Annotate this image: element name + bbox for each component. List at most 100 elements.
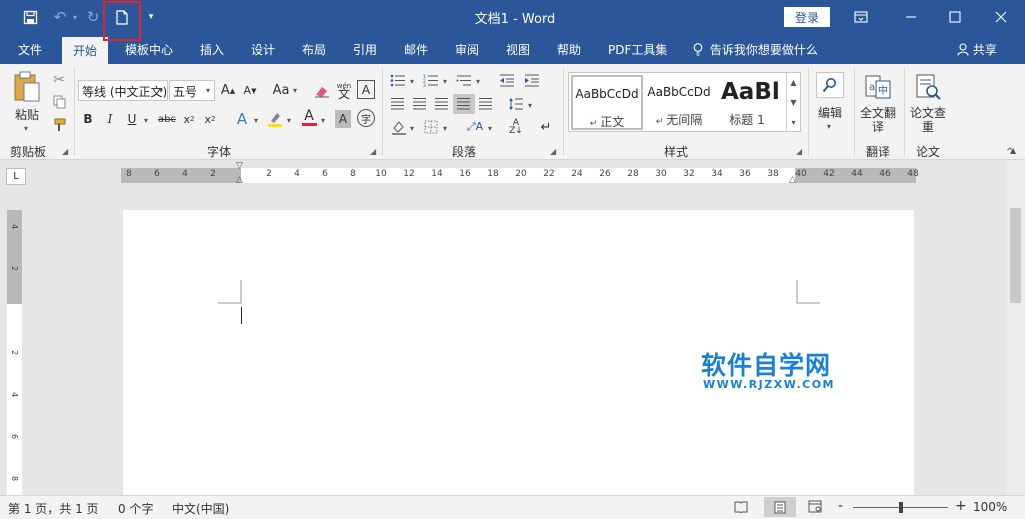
zoom-in-button[interactable]: +: [955, 498, 967, 514]
login-button[interactable]: 登录: [784, 7, 830, 27]
shading-dropdown-icon[interactable]: ▾: [410, 124, 414, 133]
character-shading-icon[interactable]: A: [335, 110, 351, 128]
styles-more-icon[interactable]: ▾: [786, 113, 800, 132]
paper-check-icon[interactable]: [912, 72, 944, 102]
font-size-dropdown-icon[interactable]: ▾: [206, 86, 210, 95]
highlight-color-icon[interactable]: [265, 110, 285, 128]
font-color-icon[interactable]: A: [299, 108, 319, 128]
align-left-icon[interactable]: [391, 98, 404, 110]
superscript-icon[interactable]: x2: [201, 110, 219, 128]
character-border-icon[interactable]: A: [357, 80, 375, 99]
web-layout-icon[interactable]: [808, 500, 822, 516]
clipboard-launcher-icon[interactable]: ◢: [62, 147, 68, 156]
justify-button[interactable]: [453, 94, 475, 114]
document-page[interactable]: 软件自学网 WWW.RJZXW.COM: [123, 210, 914, 496]
undo-dropdown-icon[interactable]: ▾: [70, 6, 80, 28]
full-translate-button[interactable]: 全文翻译: [860, 104, 896, 136]
change-case-icon[interactable]: Aa: [270, 80, 292, 101]
tab-insert[interactable]: 插入: [200, 41, 224, 58]
styles-launcher-icon[interactable]: ◢: [796, 147, 802, 156]
tell-me-search[interactable]: 告诉我你想要做什么: [693, 41, 818, 58]
word-count[interactable]: 0 个字: [118, 500, 153, 517]
tab-layout[interactable]: 布局: [302, 41, 326, 58]
tab-view[interactable]: 视图: [506, 41, 530, 58]
translate-icon[interactable]: a中: [862, 72, 894, 102]
editing-dropdown-icon[interactable]: ▾: [827, 122, 831, 131]
redo-icon[interactable]: ↻: [84, 6, 102, 28]
tab-help[interactable]: 帮助: [557, 41, 581, 58]
paragraph-launcher-icon[interactable]: ◢: [550, 147, 556, 156]
bullets-dropdown-icon[interactable]: ▾: [410, 77, 414, 86]
customize-quick-access-icon[interactable]: ▾: [145, 6, 157, 28]
page-info[interactable]: 第 1 页，共 1 页: [8, 500, 99, 517]
line-spacing-dropdown-icon[interactable]: ▾: [528, 101, 532, 110]
print-layout-icon[interactable]: [764, 497, 796, 517]
subscript-icon[interactable]: x2: [180, 110, 198, 128]
zoom-out-button[interactable]: -: [838, 498, 843, 514]
vertical-scrollbar[interactable]: ▲: [1006, 146, 1025, 495]
multilevel-list-icon[interactable]: [454, 72, 474, 88]
language-indicator[interactable]: 中文(中国): [172, 500, 229, 517]
ribbon-display-options-icon[interactable]: [840, 2, 882, 32]
scrollbar-thumb[interactable]: [1010, 208, 1021, 303]
paste-dropdown-icon[interactable]: ▾: [24, 124, 28, 133]
sort-icon[interactable]: A Z↓: [506, 117, 526, 137]
cut-icon[interactable]: ✂: [50, 72, 68, 88]
share-button[interactable]: 共享: [957, 41, 997, 58]
borders-icon[interactable]: [421, 118, 441, 136]
multilevel-list-dropdown-icon[interactable]: ▾: [476, 77, 480, 86]
tab-references[interactable]: 引用: [353, 41, 377, 58]
paper-check-button[interactable]: 论文查重: [910, 104, 946, 136]
zoom-level[interactable]: 100%: [973, 500, 1007, 514]
horizontal-ruler[interactable]: ▽ △ △ 8 6 4 2 2 4 6 8 10 12 14 16 18 20 22 24 26 28 30 32 34…: [121, 161, 919, 185]
bullets-icon[interactable]: [388, 72, 408, 88]
tab-review[interactable]: 审阅: [455, 41, 479, 58]
asian-layout-icon[interactable]: ⤢A: [464, 118, 486, 136]
save-icon[interactable]: [20, 6, 40, 28]
change-case-dropdown-icon[interactable]: ▾: [293, 86, 297, 95]
tab-mailings[interactable]: 邮件: [404, 41, 428, 58]
close-icon[interactable]: [980, 2, 1022, 32]
underline-dropdown-icon[interactable]: ▾: [144, 116, 148, 125]
style-normal[interactable]: AaBbCcDd ↵ 正文: [571, 75, 643, 130]
read-mode-icon[interactable]: [734, 500, 748, 516]
tab-design[interactable]: 设计: [251, 41, 275, 58]
maximize-icon[interactable]: [934, 2, 976, 32]
tab-template-center[interactable]: 模板中心: [125, 41, 173, 58]
line-spacing-icon[interactable]: [506, 94, 526, 114]
bold-icon[interactable]: B: [80, 110, 96, 128]
tab-file[interactable]: 文件: [18, 41, 42, 58]
vertical-ruler[interactable]: 4 2 2 4 6 8: [7, 210, 22, 495]
font-color-dropdown-icon[interactable]: ▾: [321, 116, 325, 125]
style-no-spacing[interactable]: AaBbCcDd ↵ 无间隔: [643, 75, 715, 130]
asian-layout-dropdown-icon[interactable]: ▾: [488, 124, 492, 133]
minimize-icon[interactable]: [890, 2, 932, 32]
text-effects-icon[interactable]: A: [232, 109, 252, 129]
editing-icon[interactable]: [816, 72, 844, 98]
clear-formatting-icon[interactable]: [313, 80, 331, 101]
paste-button[interactable]: 粘贴: [10, 106, 44, 122]
align-center-icon[interactable]: [413, 98, 426, 110]
font-name-dropdown-icon[interactable]: ▾: [159, 86, 163, 95]
enclose-characters-icon[interactable]: 字: [357, 109, 375, 127]
decrease-indent-icon[interactable]: [497, 72, 517, 88]
editing-label[interactable]: 编辑: [814, 104, 846, 120]
tab-home[interactable]: 开始: [62, 37, 109, 64]
tab-selector-button[interactable]: L: [6, 168, 26, 185]
increase-indent-icon[interactable]: [522, 72, 542, 88]
align-right-icon[interactable]: [435, 98, 448, 110]
format-painter-icon[interactable]: [50, 117, 68, 133]
distributed-icon[interactable]: [479, 98, 492, 110]
strikethrough-icon[interactable]: abc: [156, 110, 178, 128]
shrink-font-icon[interactable]: A ▼: [241, 80, 259, 101]
shading-icon[interactable]: [389, 118, 409, 136]
phonetic-guide-icon[interactable]: wén 文: [335, 78, 353, 102]
styles-scroll-up-icon[interactable]: ▲: [786, 73, 800, 92]
scroll-up-icon[interactable]: ▲: [1010, 146, 1016, 155]
borders-dropdown-icon[interactable]: ▾: [443, 124, 447, 133]
style-heading-1[interactable]: AaBl 标题 1: [715, 75, 779, 130]
paste-icon[interactable]: [10, 70, 44, 104]
font-name-select[interactable]: 等线 (中文正文): [78, 80, 168, 101]
zoom-slider-thumb[interactable]: [899, 502, 903, 513]
undo-icon[interactable]: ↶: [50, 6, 70, 28]
